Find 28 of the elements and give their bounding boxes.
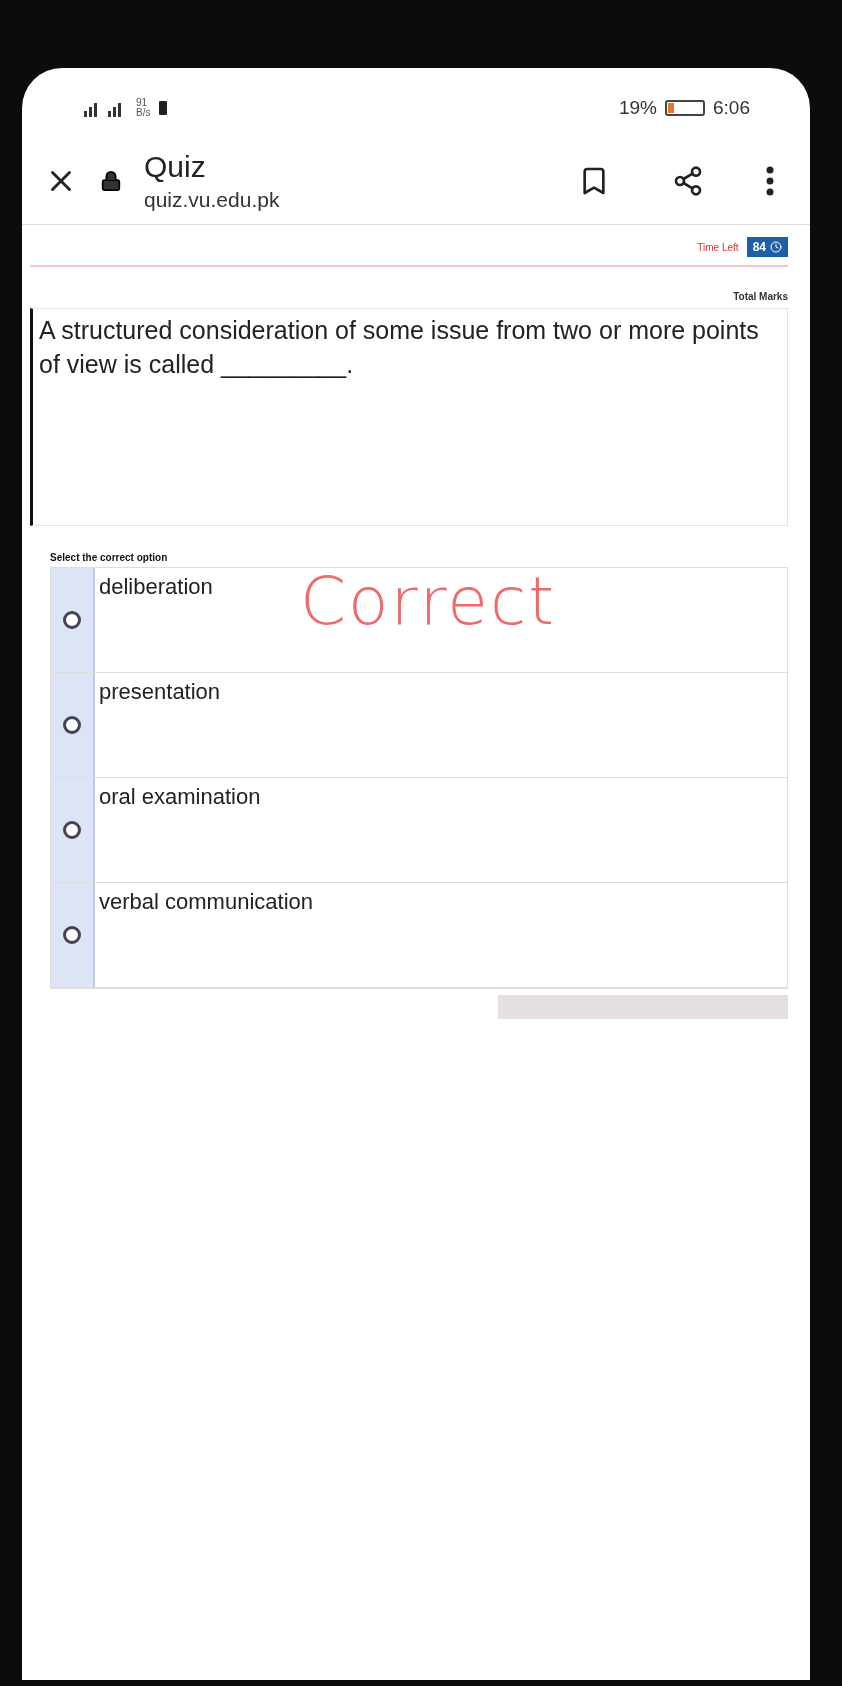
option-label[interactable]: presentation (99, 679, 221, 705)
share-button[interactable] (672, 165, 704, 197)
phone-icon (158, 100, 169, 116)
page-url: quiz.vu.edu.pk (144, 188, 281, 212)
radio-button[interactable] (63, 716, 81, 734)
handwritten-note: Correct (300, 563, 557, 640)
question-text: A structured consideration of some issue from two or more points of view is called _________. (39, 315, 760, 380)
radio-button[interactable] (63, 611, 81, 629)
data-unit: B/s (136, 108, 151, 118)
option-label[interactable]: verbal communication (99, 889, 313, 915)
radio-button[interactable] (63, 821, 81, 839)
share-icon (672, 165, 704, 197)
page-title: Quiz (144, 150, 207, 184)
data-rate: 91 (136, 98, 149, 108)
battery-icon (665, 100, 705, 116)
clock-time: 6:06 (713, 97, 750, 119)
instruction-text: Select the correct option (50, 552, 169, 563)
timer: 84 (746, 237, 788, 257)
time-left-label: Time Left (697, 241, 739, 253)
option-label[interactable]: deliberation (99, 574, 213, 600)
menu-icon (766, 166, 774, 196)
menu-button[interactable] (766, 166, 774, 196)
lock-icon (100, 170, 122, 192)
battery-percent: 19% (619, 97, 657, 119)
radio-button[interactable] (63, 926, 81, 944)
clock-icon (770, 241, 782, 253)
total-marks-label: Total Marks (733, 291, 788, 302)
option-label[interactable]: oral examination (99, 784, 261, 810)
